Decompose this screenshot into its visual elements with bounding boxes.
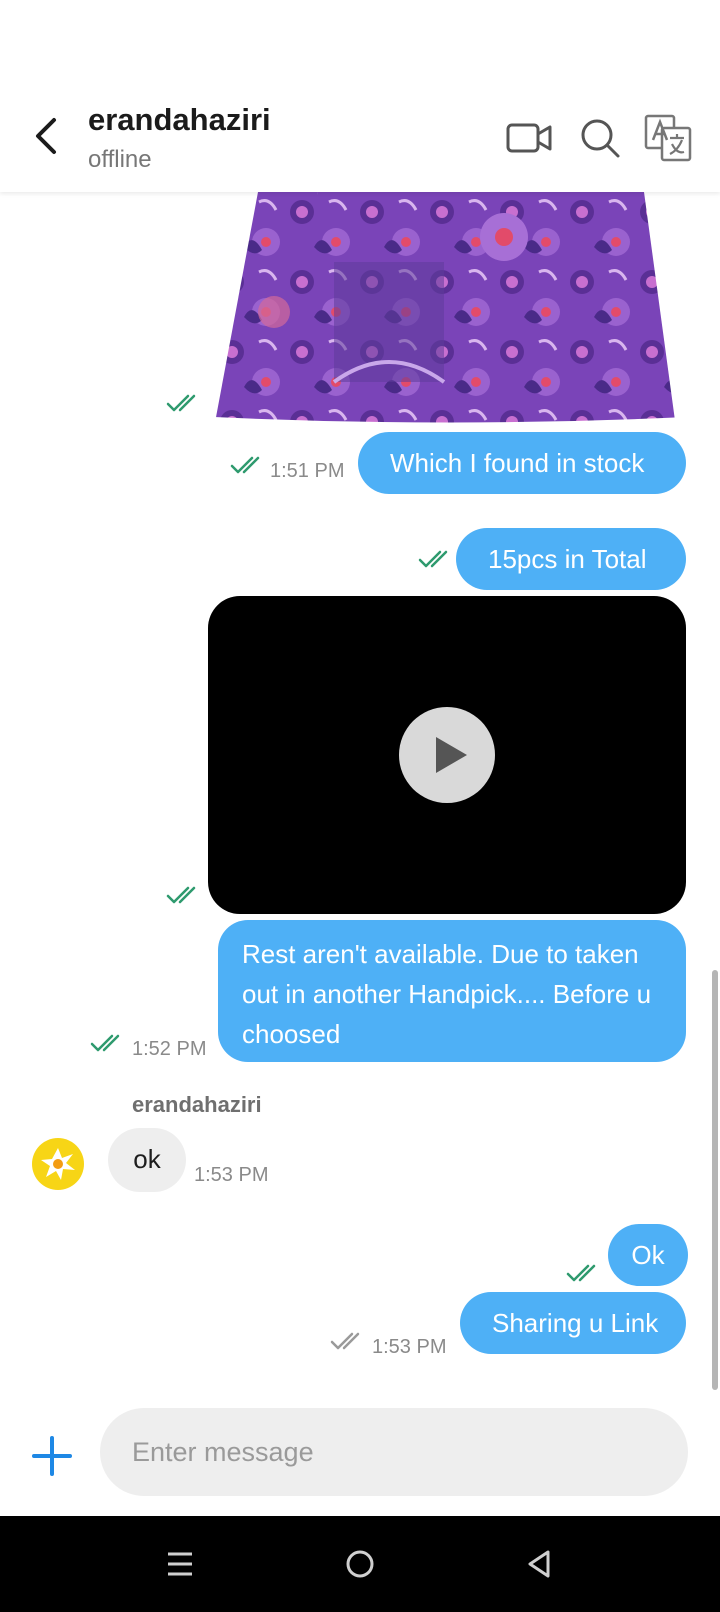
sender-name: erandahaziri [132,1092,262,1117]
read-receipt-icon [566,1262,602,1284]
incoming-message[interactable]: ok [108,1128,186,1192]
read-receipt-icon [90,1032,126,1054]
contact-status: offline [88,146,152,173]
sent-receipt-icon [330,1330,366,1352]
play-button[interactable] [399,707,495,803]
home-icon[interactable] [340,1544,380,1584]
search-icon[interactable] [576,114,624,162]
chat-header: erandahaziri offline [0,0,720,192]
outgoing-message[interactable]: 15pcs in Total [456,528,686,590]
attach-plus-icon[interactable] [30,1434,74,1478]
back-triangle-icon[interactable] [520,1544,560,1584]
outgoing-message[interactable]: Ok [608,1224,688,1286]
read-receipt-icon [230,454,266,476]
message-input[interactable] [100,1408,688,1496]
system-navigation-bar [0,1516,720,1612]
video-call-icon[interactable] [506,114,554,162]
chat-scrollbar[interactable] [712,970,718,1390]
read-receipt-icon [418,548,454,570]
translate-icon[interactable] [644,114,692,162]
outgoing-message[interactable]: Rest aren't available. Due to taken out … [218,920,686,1062]
read-receipt-icon [166,392,202,414]
back-arrow-icon[interactable] [28,112,68,160]
play-icon [436,737,467,773]
read-receipt-icon [166,884,202,906]
outgoing-message[interactable]: Which I found in stock [358,432,686,494]
message-time: 1:53 PM [194,1164,269,1186]
menu-icon[interactable] [160,1544,200,1584]
message-time: 1:52 PM [132,1038,207,1060]
outgoing-message[interactable]: Sharing u Link [460,1292,686,1354]
contact-name[interactable]: erandahaziri [88,102,271,138]
video-message[interactable] [208,596,686,914]
message-time: 1:53 PM [372,1336,447,1358]
message-time: 1:51 PM [270,460,345,482]
message-list[interactable]: 1:51 PM Which I found in stock 15pcs in … [0,192,720,1400]
avatar[interactable] [32,1138,84,1190]
image-message[interactable] [214,192,686,428]
avatar-burst-icon [41,1148,75,1180]
